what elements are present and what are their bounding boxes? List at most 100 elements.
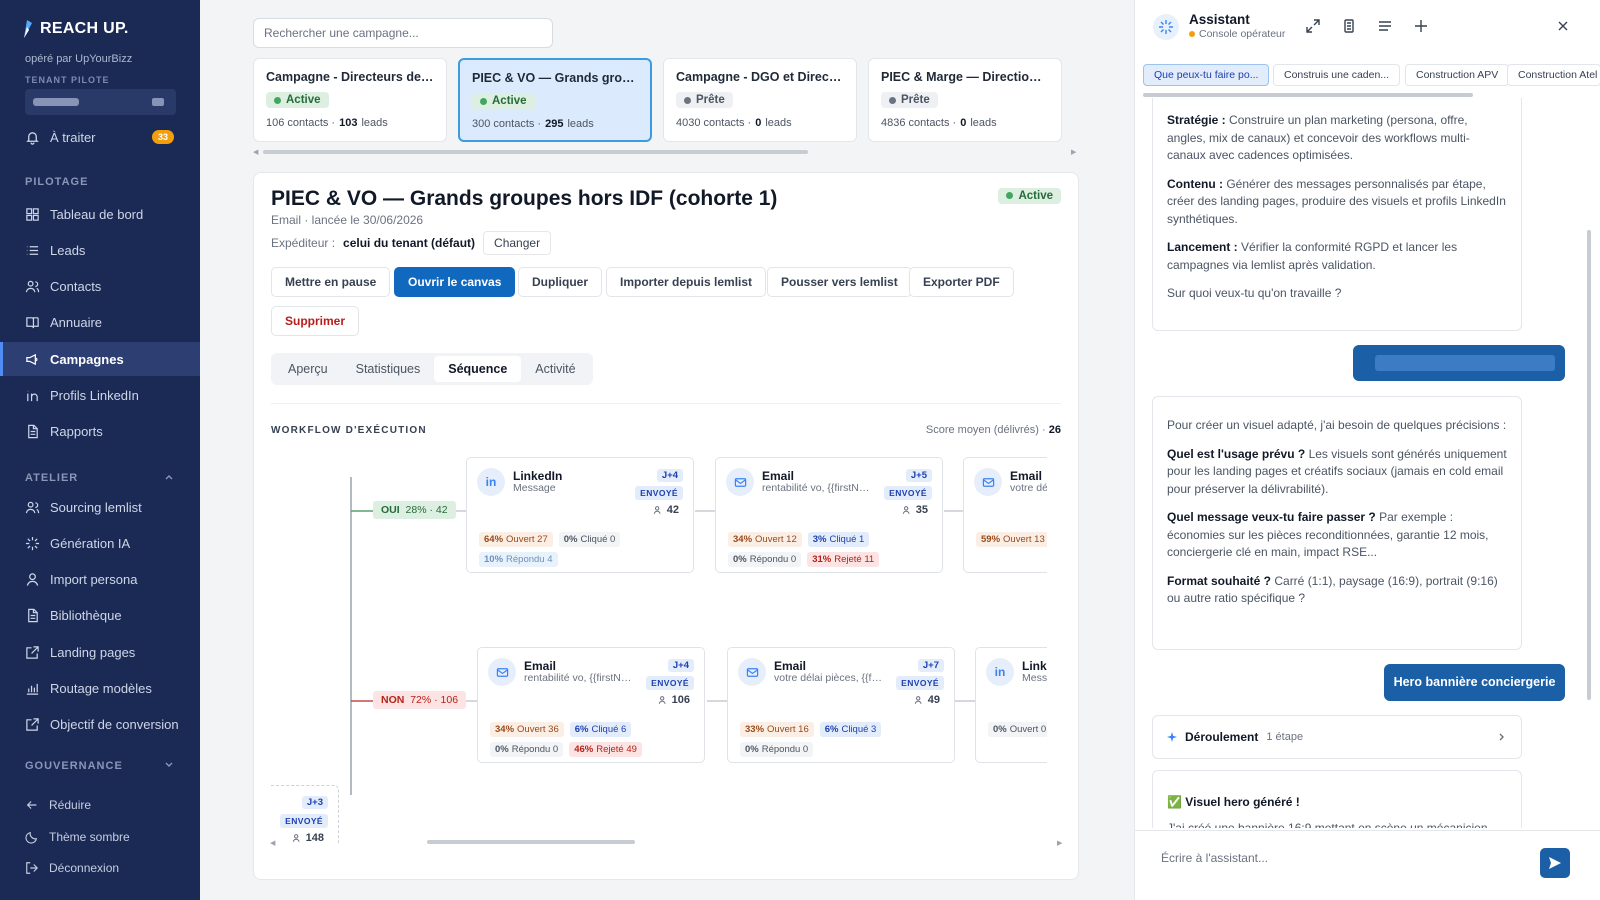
tenant-select[interactable] (25, 89, 176, 115)
campaign-card[interactable]: Campagne - DGO et Directe... Prête 4030 co… (663, 58, 857, 142)
sidebar-item-th-me-sombre[interactable]: Thème sombre (0, 824, 200, 850)
workflow-scrollbar[interactable] (427, 840, 635, 844)
workflow-step-node[interactable]: Email votre délai pièces, {{firs... J+7 ENV… (727, 647, 955, 763)
file-icon (28, 425, 38, 439)
sidebar-item-rapports[interactable]: Rapports (0, 415, 200, 449)
section-atelier[interactable]: ATELIER (25, 472, 173, 484)
campaign-card[interactable]: PIEC & VO — Grands group... Active 300 con… (458, 58, 652, 142)
sidebar-item-g-n-ration-ia[interactable]: Génération IA (0, 526, 200, 560)
sidebar-item-contacts[interactable]: Contacts (0, 270, 200, 304)
sidebar-item-label: Campagnes (50, 351, 124, 367)
bar-chart-icon (26, 683, 39, 695)
tab-statistiques[interactable]: Statistiques (342, 356, 435, 382)
metric-percent: 33% (745, 724, 765, 735)
metric-label: Répondu 0 (761, 744, 809, 755)
steps-accordion[interactable]: Déroulement 1 étape (1152, 715, 1522, 759)
tab-sequence[interactable]: Séquence (434, 356, 522, 382)
metric-chip: 0% Répondu 0 (728, 552, 802, 567)
status-text: Active (286, 94, 321, 106)
sidebar-item-tableau-de-bord[interactable]: Tableau de bord (0, 197, 200, 231)
step-type: Email (1010, 469, 1043, 483)
message-paragraph: Contenu : Générer des messages personnal… (1167, 176, 1507, 229)
scroll-left-arrow[interactable]: ◀ (253, 148, 258, 156)
workflow-canvas[interactable]: J+3 ENVOYÉ 148 OUI 28% · 42 NON 72% · 10… (271, 455, 1047, 845)
campaign-search-input[interactable] (253, 18, 553, 48)
sidebar-item-landing-pages[interactable]: Landing pages (0, 635, 200, 669)
metric-label: Ouvert 12 (755, 534, 797, 545)
step-count: 49 (914, 694, 940, 706)
root-step-node[interactable]: J+3 ENVOYÉ 148 (271, 785, 339, 845)
logo-icon (24, 20, 32, 38)
wf-scroll-right[interactable]: ▶ (1057, 839, 1062, 847)
tab-apercu[interactable]: Aperçu (274, 356, 342, 382)
steps-label: Déroulement (1185, 730, 1259, 744)
mail-icon (974, 468, 1002, 496)
duplicate-button[interactable]: Dupliquer (518, 267, 602, 297)
sidebar-item-campagnes[interactable]: Campagnes (0, 342, 200, 377)
metric-label: Ouvert 16 (767, 724, 809, 735)
section-gouvernance[interactable]: GOUVERNANCE (25, 760, 173, 772)
expand-icon[interactable] (1305, 18, 1321, 34)
step-type: Email (762, 469, 795, 483)
suggestions-scrollbar[interactable] (1143, 93, 1473, 97)
sidebar-item-d-connexion[interactable]: Déconnexion (0, 855, 200, 881)
workflow-step-node[interactable]: Email rentabilité vo, {{firstNa... J+5 ENVO… (715, 457, 943, 573)
sparkle-icon (25, 536, 40, 550)
step-count: 42 (653, 504, 679, 516)
sidebar-item-leads[interactable]: Leads (0, 233, 200, 267)
send-button[interactable] (1540, 848, 1570, 878)
workflow-step-node[interactable]: Emailvotre déla 59%Ouvert 130%Répondu 0 (963, 457, 1047, 573)
sidebar-item-profils-linkedin[interactable]: Profils LinkedIn (0, 379, 200, 413)
push-lemlist-button[interactable]: Pousser vers lemlist (767, 267, 912, 297)
campaign-card[interactable]: Campagne - Directeurs de p... Active 106 c… (253, 58, 447, 142)
suggestion-chip[interactable]: Que peux-tu faire po... (1143, 64, 1270, 86)
sidebar-item-label: Import persona (50, 572, 138, 588)
workflow-step-node[interactable]: Email rentabilité vo, {{firstNa... J+4 ENVO… (477, 647, 705, 763)
import-lemlist-button[interactable]: Importer depuis lemlist (606, 267, 767, 297)
close-icon[interactable] (1555, 18, 1571, 34)
sender-value: celui du tenant (défaut) (343, 236, 476, 250)
metric-chip: 34% Ouvert 12 (728, 532, 802, 547)
campaign-card[interactable]: PIEC & Marge — Direction d... Prête 4836 c… (868, 58, 1062, 142)
assistant-input[interactable] (1151, 842, 1537, 874)
sidebar-item-biblioth-que[interactable]: Bibliothèque (0, 599, 200, 633)
delete-button[interactable]: Supprimer (271, 306, 360, 336)
external-link-icon (26, 718, 39, 732)
message-key: Quel message veux-tu faire passer ? (1167, 510, 1376, 524)
clipboard-icon[interactable] (1341, 18, 1357, 34)
suggestion-chip[interactable]: Construction APV (1405, 64, 1510, 86)
status-text: Prête (901, 94, 930, 106)
step-count-value: 148 (305, 832, 324, 844)
workflow-step-node[interactable]: in LinkedIn Message J+4 ENVOYÉ 42 64% Ouvert 27… (466, 457, 694, 573)
change-sender-button[interactable]: Changer (483, 231, 552, 255)
wf-scroll-left[interactable]: ◀ (270, 839, 275, 847)
suggestion-chip[interactable]: Construction Atel (1507, 64, 1600, 86)
campaigns-scrollbar[interactable] (263, 150, 808, 154)
logo[interactable]: REACH UP. (20, 18, 129, 40)
sidebar-item-label: Génération IA (50, 535, 131, 551)
mail-icon (488, 658, 516, 686)
workflow-step-node[interactable]: in LinkedMessag 0%Ouvert 00%Répondu 0 (975, 647, 1047, 763)
pause-button[interactable]: Mettre en pause (271, 267, 391, 297)
menu-icon[interactable] (1377, 18, 1393, 34)
sidebar-item-a-traiter[interactable]: À traiter 33 (0, 120, 200, 154)
step-metrics: 59%Ouvert 130%Répondu 0 (976, 532, 1047, 547)
sidebar-item-objectif-de-conversion[interactable]: Objectif de conversion (0, 708, 200, 742)
metric-label: Ouvert 0 (1009, 724, 1047, 735)
scroll-right-arrow[interactable]: ▶ (1071, 148, 1076, 156)
sidebar-item-routage-mod-les[interactable]: Routage modèles (0, 672, 200, 706)
sidebar-item-r-duire[interactable]: Réduire (0, 792, 200, 818)
sidebar-item-sourcing-lemlist[interactable]: Sourcing lemlist (0, 490, 200, 524)
metric-label: Ouvert 13 (1003, 534, 1045, 545)
plus-icon[interactable] (1413, 18, 1429, 34)
sidebar-item-label: Bibliothèque (50, 608, 122, 624)
send-icon (1549, 857, 1561, 869)
assistant-scrollbar[interactable] (1587, 230, 1591, 700)
export-pdf-button[interactable]: Exporter PDF (909, 267, 1014, 297)
branch-yes: OUI 28% · 42 (373, 501, 456, 519)
suggestion-chip[interactable]: Construis une caden... (1273, 64, 1401, 86)
open-canvas-button[interactable]: Ouvrir le canvas (394, 267, 516, 297)
sidebar-item-annuaire[interactable]: Annuaire (0, 306, 200, 340)
sidebar-item-import-persona[interactable]: Import persona (0, 563, 200, 597)
tab-activite[interactable]: Activité (521, 356, 589, 382)
